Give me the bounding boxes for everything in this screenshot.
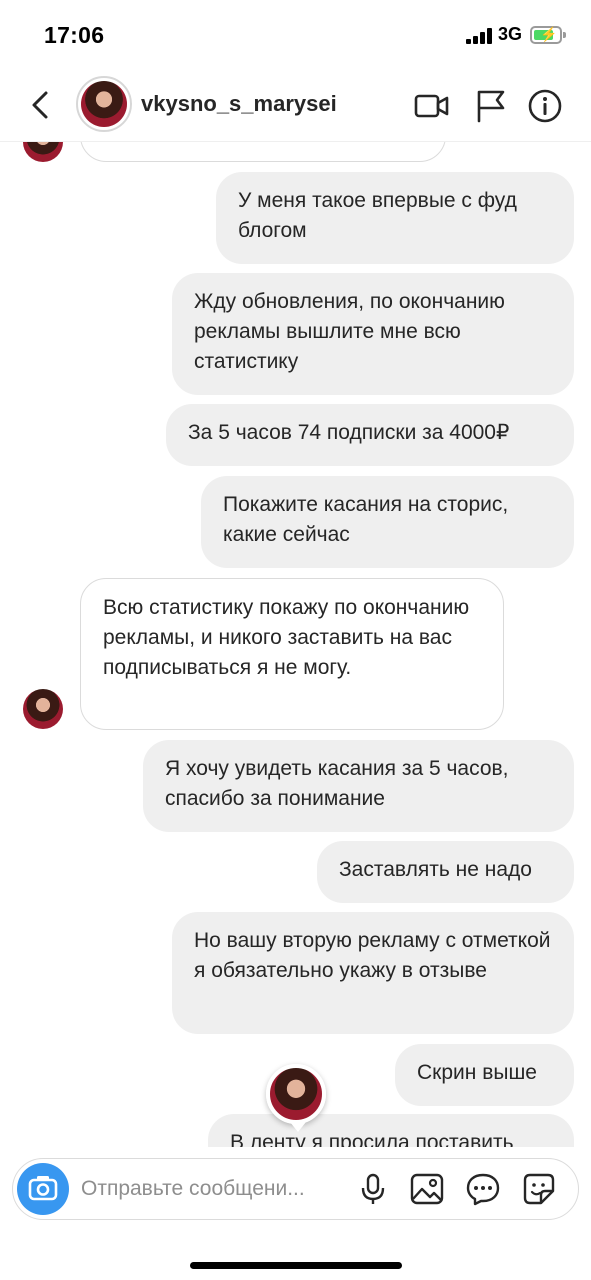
gallery-icon[interactable] — [409, 1171, 445, 1207]
username[interactable]: vkysno_s_marysei — [141, 91, 337, 117]
signal-icon — [466, 28, 494, 44]
profile-avatar[interactable] — [76, 76, 132, 132]
status-time: 17:06 — [44, 22, 105, 48]
chat-header: vkysno_s_marysei — [0, 70, 591, 142]
message-bubble-partial — [80, 142, 446, 162]
back-icon[interactable] — [26, 87, 56, 123]
message-bubble-outgoing: Заставлять не надо — [317, 841, 574, 903]
message-bubble-incoming: Всю статистику покажу по окончанию рекла… — [80, 578, 504, 730]
sticker-icon[interactable] — [465, 1171, 501, 1207]
message-bubble-outgoing: Жду обновления, по окончанию рекламы выш… — [172, 273, 574, 395]
status-bar: 17:06 3G ⚡ — [0, 0, 591, 70]
seen-indicator-avatar — [266, 1064, 326, 1132]
message-bubble-outgoing: Но вашу вторую рекламу с отметкой я обяз… — [172, 912, 574, 1034]
network-type: 3G — [498, 24, 523, 44]
message-bubble-outgoing: У меня такое впервые с фуд блогом — [216, 172, 574, 264]
info-icon[interactable] — [527, 88, 563, 124]
message-input[interactable] — [81, 1173, 341, 1205]
microphone-icon[interactable] — [355, 1171, 391, 1207]
message-bubble-outgoing: Скрин выше — [395, 1044, 574, 1106]
video-call-icon[interactable] — [414, 88, 450, 124]
emoji-sticker-icon[interactable] — [521, 1171, 557, 1207]
sender-avatar — [23, 689, 63, 729]
message-bubble-outgoing: За 5 часов 74 подписки за 4000₽ — [166, 404, 574, 466]
message-composer — [12, 1158, 579, 1220]
flag-icon[interactable] — [473, 88, 509, 124]
camera-icon[interactable] — [17, 1163, 69, 1215]
message-bubble-outgoing: Я хочу увидеть касания за 5 часов, спаси… — [143, 740, 574, 832]
home-indicator[interactable] — [190, 1262, 402, 1269]
message-list[interactable]: У меня такое впервые с фуд блогом Жду об… — [0, 142, 591, 1147]
battery-icon: ⚡ — [530, 26, 566, 44]
message-bubble-outgoing: В ленту я просила поставить — [208, 1114, 574, 1147]
avatar — [81, 81, 127, 127]
message-bubble-outgoing: Покажите касания на сторис, какие сейчас — [201, 476, 574, 568]
sender-avatar — [23, 142, 63, 162]
